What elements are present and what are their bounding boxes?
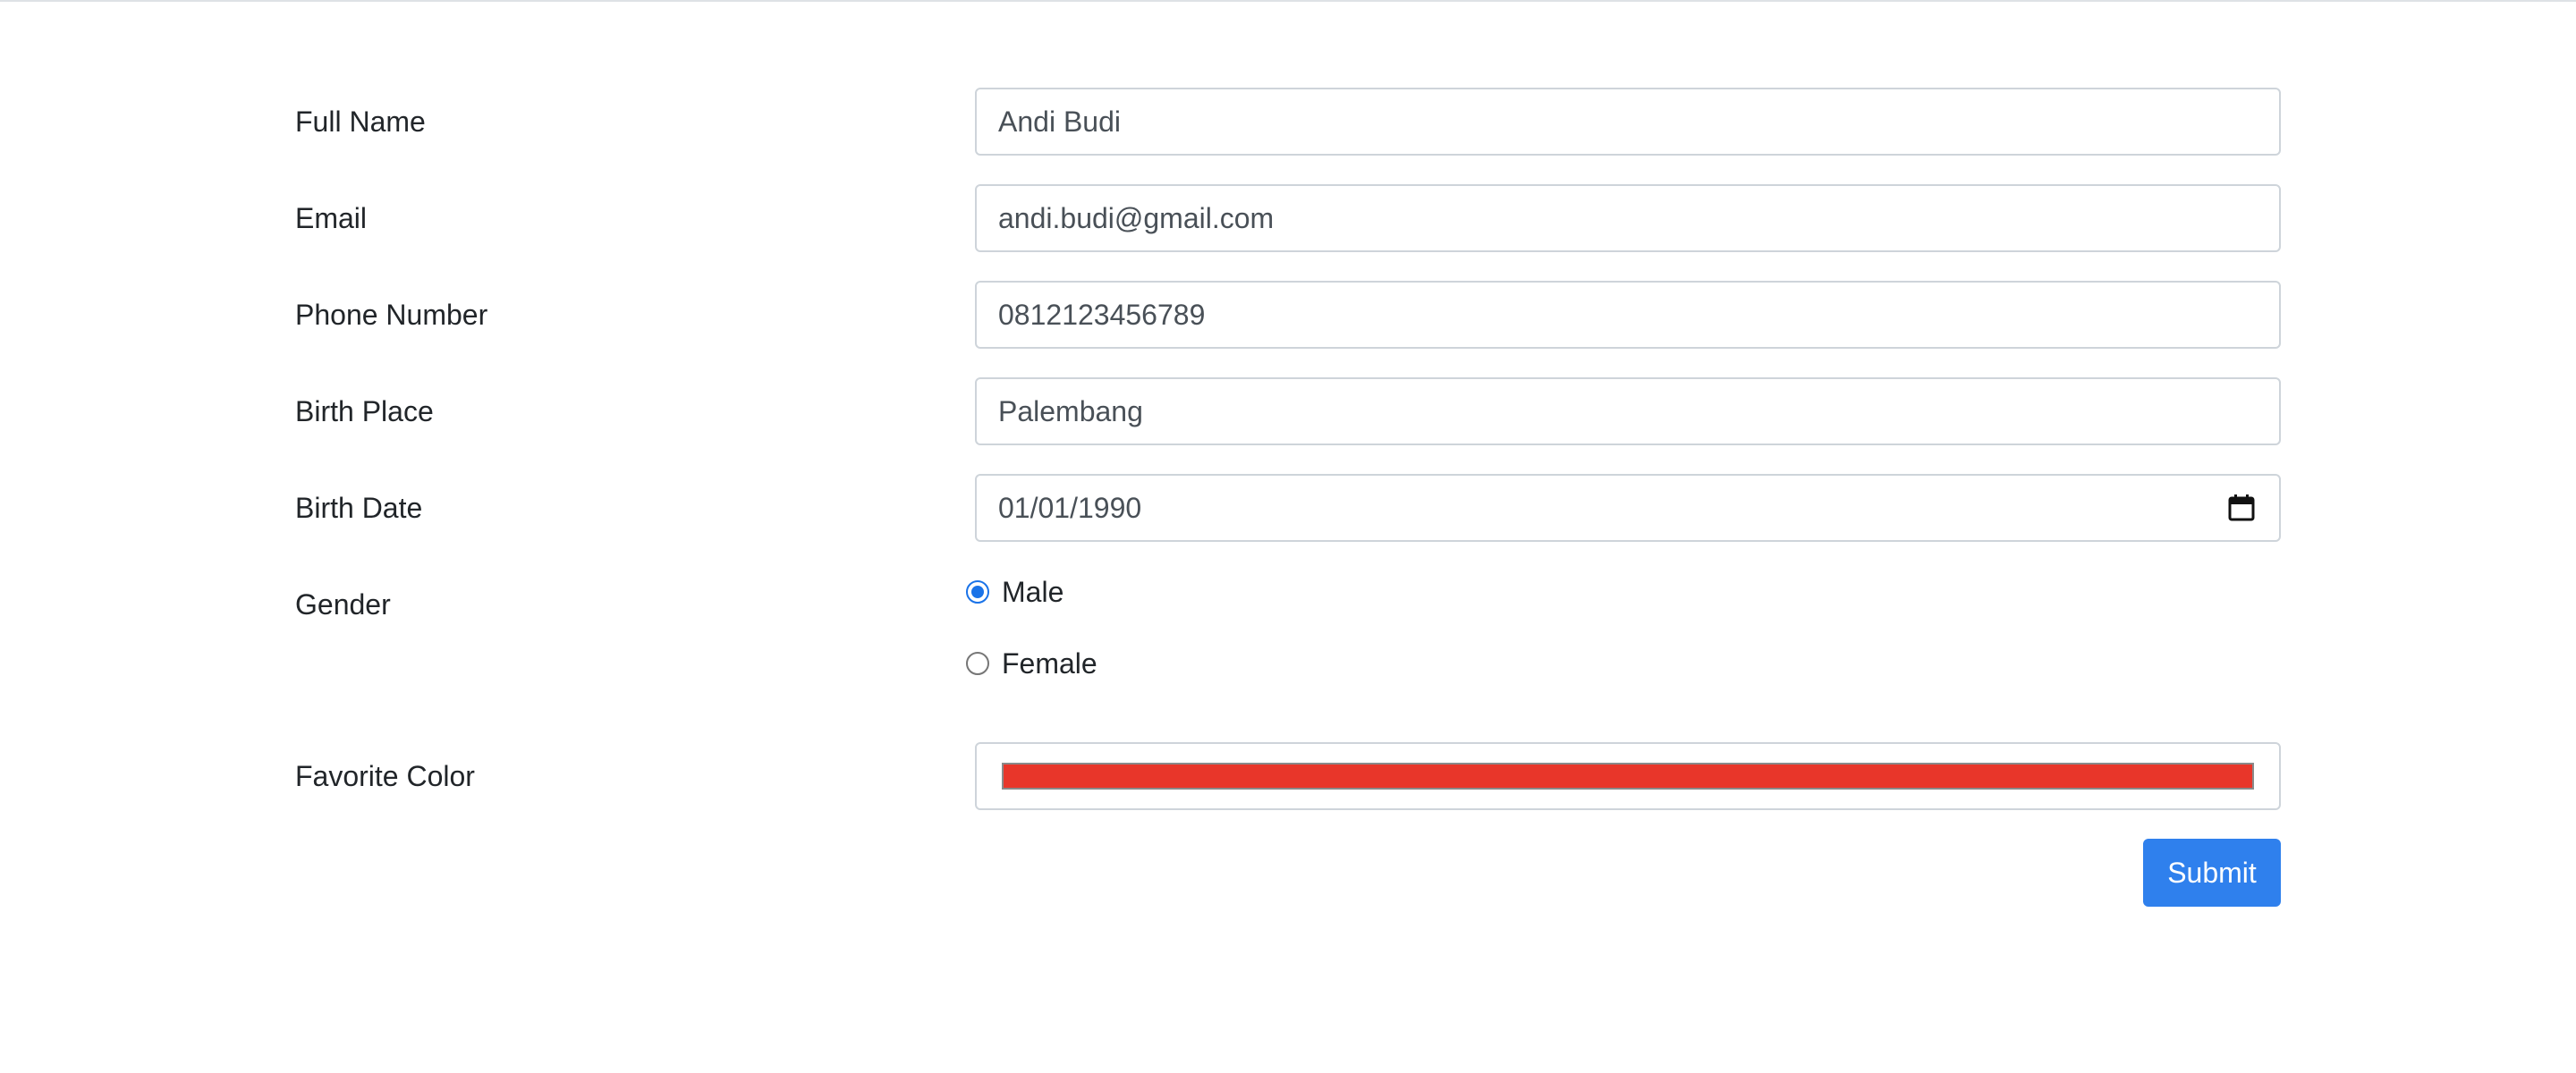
- gender-male-label[interactable]: Male: [1002, 576, 1063, 609]
- birth-date-value: 01/01/1990: [998, 491, 1142, 524]
- full-name-label: Full Name: [295, 106, 426, 138]
- birth-date-label: Birth Date: [295, 492, 423, 524]
- gender-female-radio[interactable]: [966, 652, 989, 675]
- favorite-color-label: Favorite Color: [295, 760, 475, 792]
- gender-male-radio[interactable]: [966, 580, 989, 604]
- phone-number-value: 0812123456789: [998, 298, 1206, 331]
- calendar-icon[interactable]: [2225, 492, 2258, 524]
- full-name-value: Andi Budi: [998, 105, 1121, 138]
- gender-option-male[interactable]: Male: [966, 570, 1063, 613]
- gender-female-label[interactable]: Female: [1002, 647, 1097, 680]
- email-label: Email: [295, 202, 368, 234]
- email-input[interactable]: andi.budi@gmail.com: [975, 184, 2281, 252]
- email-value: andi.budi@gmail.com: [998, 201, 1275, 234]
- birth-place-label: Birth Place: [295, 395, 434, 427]
- birth-date-input[interactable]: 01/01/1990: [975, 474, 2281, 542]
- phone-number-label: Phone Number: [295, 299, 488, 331]
- profile-form: Full Name Andi Budi Email andi.budi@gmai…: [0, 0, 2576, 1073]
- full-name-input[interactable]: Andi Budi: [975, 88, 2281, 156]
- gender-label: Gender: [295, 588, 391, 621]
- gender-option-female[interactable]: Female: [966, 642, 1097, 685]
- birth-place-value: Palembang: [998, 394, 1143, 427]
- phone-number-input[interactable]: 0812123456789: [975, 281, 2281, 349]
- birth-place-input[interactable]: Palembang: [975, 377, 2281, 445]
- color-swatch[interactable]: [1002, 763, 2254, 790]
- favorite-color-input[interactable]: [975, 742, 2281, 810]
- submit-button[interactable]: Submit: [2143, 839, 2281, 907]
